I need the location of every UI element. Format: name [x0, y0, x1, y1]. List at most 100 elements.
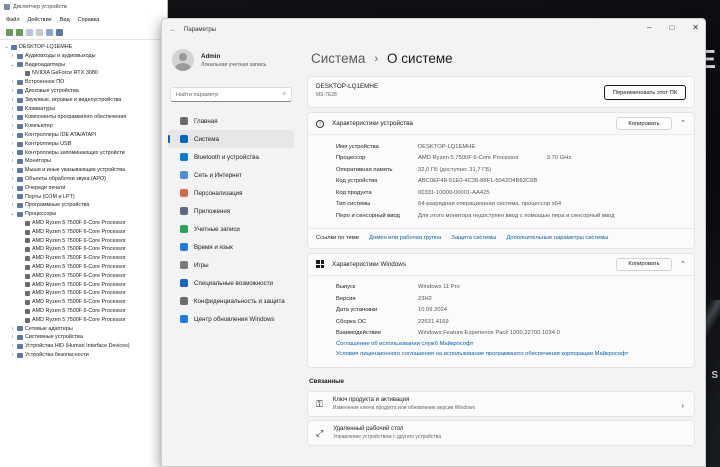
tree-category[interactable]: › Устройства безопасности — [4, 351, 167, 360]
tree-processor-item[interactable]: AMD Ryzen 5 7500F 6-Core Processor — [4, 219, 167, 228]
tree-category[interactable]: › Мыши и иные указывающие устройства — [4, 166, 167, 175]
chevron-right-icon[interactable]: › — [10, 333, 15, 342]
product-key-tile[interactable]: ⚿ Ключ продукта и активация Изменение кл… — [307, 391, 695, 417]
scan-icon[interactable] — [46, 29, 53, 36]
copy-device-specs-button[interactable]: Копировать — [616, 117, 672, 130]
chevron-right-icon[interactable]: › — [10, 351, 15, 360]
settings-titlebar[interactable]: ← Параметры – □ ✕ — [162, 19, 705, 41]
sidebar-item[interactable]: Учетные записи — [168, 220, 294, 238]
sidebar-item[interactable]: Игры — [168, 256, 294, 274]
chevron-right-icon[interactable]: › — [10, 105, 15, 114]
chevron-right-icon[interactable]: › — [10, 325, 15, 334]
tree-category[interactable]: › Очереди печати — [4, 184, 167, 193]
sidebar-item[interactable]: Центр обновления Windows — [168, 310, 294, 328]
chevron-right-icon[interactable]: › — [10, 131, 15, 140]
monitor-icon[interactable] — [56, 29, 63, 36]
chevron-right-icon[interactable]: › — [10, 342, 15, 351]
tree-root[interactable]: ⌄ DESKTOP-LQ1EMHE — [4, 43, 167, 52]
tree-category[interactable]: › Звуковые, игровые и видеоустройства — [4, 96, 167, 105]
chevron-right-icon[interactable]: › — [10, 140, 15, 149]
minimize-icon[interactable]: – — [647, 23, 651, 32]
tree-category[interactable]: › Аудиовходы и аудиовыходы — [4, 52, 167, 61]
tree-category[interactable]: ⌄ Видеоадаптеры — [4, 61, 167, 70]
sidebar-item[interactable]: Главная — [168, 112, 294, 130]
remote-desktop-tile[interactable]: ⤢ Удаленный рабочий стол Управление устр… — [307, 420, 695, 446]
link-advanced-system-settings[interactable]: Дополнительные параметры системы — [506, 235, 608, 241]
tree-processor-item[interactable]: AMD Ryzen 5 7500F 6-Core Processor — [4, 281, 167, 290]
tree-processor-item[interactable]: AMD Ryzen 5 7500F 6-Core Processor — [4, 272, 167, 281]
sidebar-item[interactable]: Персонализация — [168, 184, 294, 202]
link-domain-workgroup[interactable]: Домен или рабочая группа — [369, 235, 441, 241]
sidebar-item[interactable]: Приложения — [168, 202, 294, 220]
tree-category[interactable]: › Системные устройства — [4, 333, 167, 342]
chevron-right-icon[interactable]: › — [10, 52, 15, 61]
tree-category[interactable]: › Контроллеры запоминающих устройств — [4, 149, 167, 158]
chevron-up-icon[interactable]: ⌃ — [680, 119, 686, 127]
tree-category[interactable]: › Клавиатуры — [4, 105, 167, 114]
tree-processor-item[interactable]: AMD Ryzen 5 7500F 6-Core Processor — [4, 237, 167, 246]
tree-category[interactable]: › Компоненты программного обеспечения — [4, 113, 167, 122]
forward-icon[interactable] — [16, 29, 23, 36]
chevron-up-icon[interactable]: ⌃ — [680, 260, 686, 268]
menu-help[interactable]: Справка — [78, 17, 100, 23]
chevron-right-icon[interactable]: › — [10, 166, 15, 175]
chevron-right-icon[interactable]: › — [10, 149, 15, 158]
sidebar-item[interactable]: Конфиденциальность и защита — [168, 292, 294, 310]
user-profile[interactable]: Admin Локальная учетная запись — [162, 41, 300, 79]
tree-processor-item[interactable]: AMD Ryzen 5 7500F 6-Core Processor — [4, 228, 167, 237]
tree-category[interactable]: › Программные устройства — [4, 201, 167, 210]
copy-windows-specs-button[interactable]: Копировать — [616, 257, 672, 271]
tree-category[interactable]: › Мониторы — [4, 157, 167, 166]
chevron-right-icon[interactable]: › — [10, 87, 15, 96]
tree-category[interactable]: › Сетевые адаптеры — [4, 325, 167, 334]
device-specs-header[interactable]: i Характеристики устройства Копировать ⌃ — [308, 113, 694, 135]
tree-category[interactable]: › Устройства HID (Human Interface Devices… — [4, 342, 167, 351]
sidebar-item[interactable]: Сеть и Интернет — [168, 166, 294, 184]
tree-category[interactable]: › Контроллеры USB — [4, 140, 167, 149]
device-manager-titlebar[interactable]: Диспетчер устройств — [0, 0, 167, 14]
breadcrumb-parent[interactable]: Система — [311, 51, 365, 66]
rename-pc-button[interactable]: Переименовать этот ПК — [604, 85, 686, 100]
windows-specs-header[interactable]: Характеристики Windows Копировать ⌃ — [308, 254, 694, 276]
tree-category[interactable]: › Компьютер — [4, 122, 167, 131]
tree-processor-item[interactable]: AMD Ryzen 5 7500F 6-Core Processor — [4, 289, 167, 298]
chevron-down-icon[interactable]: ⌄ — [10, 210, 15, 219]
chevron-right-icon[interactable]: › — [10, 193, 15, 202]
chevron-right-icon[interactable]: › — [10, 96, 15, 105]
tree-processor-item[interactable]: AMD Ryzen 5 7500F 6-Core Processor — [4, 298, 167, 307]
tree-category[interactable]: ⌄ Процессоры — [4, 210, 167, 219]
sidebar-item[interactable]: Система — [168, 130, 294, 148]
chevron-right-icon[interactable]: › — [10, 184, 15, 193]
tree-category[interactable]: › Контроллеры IDE ATA/ATAPI — [4, 131, 167, 140]
menu-file[interactable]: Файл — [6, 17, 20, 23]
maximize-icon[interactable]: □ — [669, 23, 674, 32]
back-arrow-icon[interactable]: ← — [170, 27, 176, 33]
menu-view[interactable]: Вид — [60, 17, 70, 23]
tree-category[interactable]: › Встроенное ПО — [4, 78, 167, 87]
tree-category[interactable]: › Дисковые устройства — [4, 87, 167, 96]
sidebar-item[interactable]: Bluetooth и устройства — [168, 148, 294, 166]
tree-device-item[interactable]: NVIDIA GeForce RTX 3080 — [4, 69, 167, 78]
chevron-right-icon[interactable]: › — [10, 78, 15, 87]
chevron-right-icon[interactable]: › — [10, 175, 15, 184]
help-icon[interactable] — [36, 29, 43, 36]
chevron-right-icon[interactable]: › — [10, 201, 15, 210]
tree-category[interactable]: › Порты (COM и LPT) — [4, 193, 167, 202]
tree-processor-item[interactable]: AMD Ryzen 5 7500F 6-Core Processor — [4, 263, 167, 272]
link-license-terms[interactable]: Условия лицензионного соглашения на испо… — [308, 351, 694, 361]
chevron-right-icon[interactable]: › — [10, 113, 15, 122]
chevron-down-icon[interactable]: ⌄ — [10, 61, 15, 70]
sidebar-item[interactable]: Специальные возможности — [168, 274, 294, 292]
back-icon[interactable] — [6, 29, 13, 36]
sidebar-item[interactable]: Время и язык — [168, 238, 294, 256]
menu-action[interactable]: Действие — [28, 17, 52, 23]
link-system-protection[interactable]: Защита системы — [451, 235, 496, 241]
search-input[interactable]: Найти параметр ⌕ — [170, 87, 292, 102]
tree-processor-item[interactable]: AMD Ryzen 5 7500F 6-Core Processor — [4, 316, 167, 325]
chevron-right-icon[interactable]: › — [10, 122, 15, 131]
link-services-agreement[interactable]: Соглашение об использовании служб Майкро… — [308, 341, 694, 351]
tree-processor-item[interactable]: AMD Ryzen 5 7500F 6-Core Processor — [4, 254, 167, 263]
chevron-right-icon[interactable]: › — [10, 157, 15, 166]
close-icon[interactable]: ✕ — [692, 23, 699, 32]
tree-processor-item[interactable]: AMD Ryzen 5 7500F 6-Core Processor — [4, 245, 167, 254]
